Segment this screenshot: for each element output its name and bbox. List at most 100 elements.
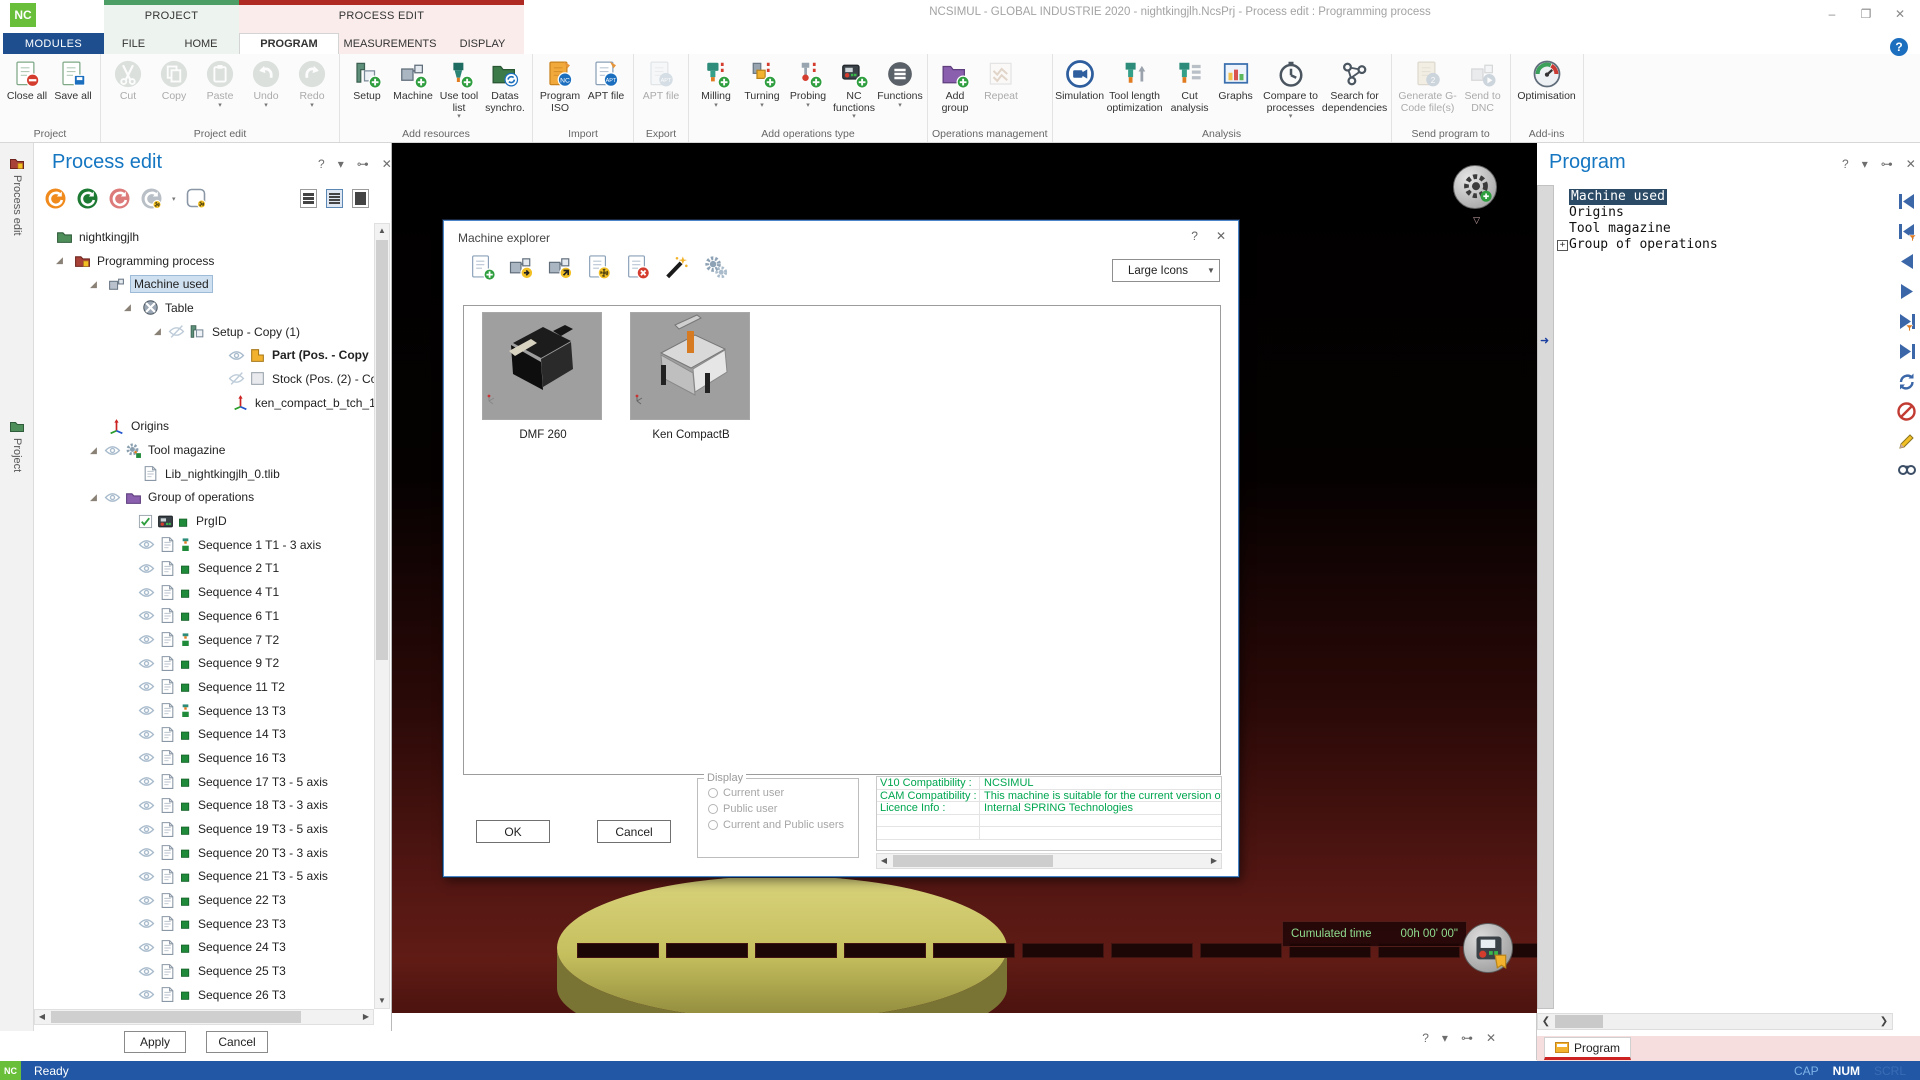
visibility-on-icon[interactable]	[138, 939, 155, 956]
list-details-icon[interactable]	[352, 189, 369, 208]
program-item-group-of-operations[interactable]: +Group of operations	[1557, 237, 1893, 253]
compatibility-hscrollbar[interactable]: ◀ ▶	[876, 853, 1222, 869]
machine-properties-icon[interactable]	[585, 253, 613, 281]
apt-file-button[interactable]: APTAPT file	[583, 56, 629, 127]
go-last-icon[interactable]	[1896, 341, 1917, 362]
expander-icon[interactable]: ◢	[90, 445, 104, 456]
visibility-on-icon[interactable]	[104, 442, 121, 459]
edit-icon[interactable]	[1896, 431, 1917, 452]
dialog-cancel-button[interactable]: Cancel	[597, 820, 671, 843]
go-previous-icon[interactable]	[1896, 251, 1917, 272]
datas-synchro--button[interactable]: Datas synchro.	[482, 56, 528, 127]
visibility-on-icon[interactable]	[138, 560, 155, 577]
tree-item-sequence-2-t1[interactable]: Sequence 2 T1	[34, 557, 376, 581]
tab-program[interactable]: PROGRAM	[239, 33, 339, 54]
program-item-tool-magazine[interactable]: Tool magazine	[1557, 221, 1893, 237]
machine-button[interactable]: Machine	[390, 56, 436, 127]
probing-button[interactable]: Probing▾	[785, 56, 831, 127]
program-bottom-tab[interactable]: Program	[1544, 1037, 1631, 1060]
tool-length-optimization-button[interactable]: Tool length optimization	[1103, 56, 1167, 127]
process-tree-vscrollbar[interactable]: ▲ ▼	[374, 223, 390, 1009]
turning-button[interactable]: Turning▾	[739, 56, 785, 127]
expander-icon[interactable]: ◢	[154, 326, 168, 337]
tab-file[interactable]: FILE	[104, 33, 163, 54]
visibility-off-icon[interactable]	[168, 323, 185, 340]
tree-item-part-pos-copy[interactable]: Part (Pos. - Copy	[34, 343, 376, 367]
add-group-button[interactable]: Add group	[932, 56, 978, 127]
tab-modules[interactable]: MODULES	[3, 33, 104, 54]
visibility-on-icon[interactable]	[138, 915, 155, 932]
go-first-icon[interactable]	[1896, 191, 1917, 212]
panel-help-icon[interactable]: ?	[318, 157, 325, 171]
machine-card-dmf-260[interactable]: DMF 260	[482, 312, 604, 774]
dock-close-icon[interactable]: ✕	[1486, 1031, 1496, 1045]
visibility-on-icon[interactable]	[138, 892, 155, 909]
panel-collapse-icon[interactable]: ▾	[338, 157, 344, 171]
dialog-close-icon[interactable]: ✕	[1216, 229, 1226, 243]
dialog-help-icon[interactable]: ?	[1191, 229, 1198, 243]
scroll-left-icon[interactable]: ❮	[1538, 1014, 1554, 1029]
tree-item-setup-copy-1-[interactable]: ◢Setup - Copy (1)	[34, 320, 376, 344]
tree-item-sequence-19-t3-5-axis[interactable]: Sequence 19 T3 - 5 axis	[34, 817, 376, 841]
refresh-settings-icon[interactable]	[140, 187, 163, 210]
expander-icon[interactable]: ◢	[90, 279, 104, 290]
help-icon[interactable]: ?	[1890, 38, 1908, 56]
panel-close-icon[interactable]: ✕	[1906, 157, 1916, 171]
functions-button[interactable]: Functions▾	[877, 56, 923, 127]
go-first-filter-icon[interactable]	[1896, 221, 1917, 242]
tree-item-sequence-21-t3-5-axis[interactable]: Sequence 21 T3 - 5 axis	[34, 865, 376, 889]
minimize-button[interactable]: –	[1818, 4, 1846, 24]
tree-item-tool-magazine[interactable]: ◢Tool magazine	[34, 438, 376, 462]
visibility-on-icon[interactable]	[138, 607, 155, 624]
close-button[interactable]: ✕	[1886, 4, 1914, 24]
tree-item-sequence-25-t3[interactable]: Sequence 25 T3	[34, 959, 376, 983]
tree-item-sequence-26-t3[interactable]: Sequence 26 T3	[34, 983, 376, 1007]
dock-collapse-icon[interactable]: ▾	[1442, 1031, 1448, 1045]
cut-analysis-button[interactable]: Cut analysis	[1167, 56, 1213, 127]
tree-item-sequence-17-t3-5-axis[interactable]: Sequence 17 T3 - 5 axis	[34, 770, 376, 794]
tree-item-sequence-13-t3[interactable]: Sequence 13 T3	[34, 699, 376, 723]
search-icon[interactable]	[1896, 461, 1917, 482]
panel-help-icon[interactable]: ?	[1842, 157, 1849, 171]
scroll-left-icon[interactable]: ◀	[35, 1010, 49, 1024]
visibility-on-icon[interactable]	[104, 489, 121, 506]
viewport-settings-icon[interactable]	[1453, 165, 1497, 209]
tree-item-sequence-4-t1[interactable]: Sequence 4 T1	[34, 580, 376, 604]
expander-icon[interactable]: ◢	[90, 492, 104, 503]
optimisation-button[interactable]: Optimisation	[1515, 56, 1579, 127]
nc-functions-button[interactable]: NC functions▾	[831, 56, 877, 127]
checkbox-checked-icon[interactable]	[138, 514, 153, 529]
visibility-on-icon[interactable]	[138, 986, 155, 1003]
cancel-button[interactable]: Cancel	[206, 1031, 268, 1053]
tree-item-sequence-1-t1-3-axis[interactable]: Sequence 1 T1 - 3 axis	[34, 533, 376, 557]
panel-pin-icon[interactable]: ⊶	[357, 157, 369, 171]
visibility-on-icon[interactable]	[138, 844, 155, 861]
tree-item-prgid[interactable]: PrgID	[34, 509, 376, 533]
program-iso-button[interactable]: NCProgram ISO	[537, 56, 583, 127]
tree-item-programming-process[interactable]: ◢Programming process	[34, 249, 376, 273]
machine-wizard-icon[interactable]	[663, 253, 691, 281]
panel-pin-icon[interactable]: ⊶	[1881, 157, 1893, 171]
visibility-on-icon[interactable]	[138, 678, 155, 695]
machine-panel-icon[interactable]	[1463, 923, 1513, 973]
scroll-right-icon[interactable]: ▶	[1207, 854, 1221, 868]
close-all-button[interactable]: Close all	[4, 56, 50, 127]
process-tree-hscrollbar[interactable]: ◀ ▶	[34, 1009, 374, 1025]
import-machine-icon[interactable]	[507, 253, 535, 281]
tree-item-sequence-11-t2[interactable]: Sequence 11 T2	[34, 675, 376, 699]
scroll-right-icon[interactable]: ❯	[1876, 1014, 1892, 1029]
visibility-on-icon[interactable]	[138, 773, 155, 790]
program-hscrollbar[interactable]: ❮ ❯	[1537, 1013, 1893, 1030]
visibility-on-icon[interactable]	[138, 584, 155, 601]
hscroll-thumb[interactable]	[893, 855, 1053, 867]
visibility-on-icon[interactable]	[138, 702, 155, 719]
scroll-down-icon[interactable]: ▼	[375, 994, 389, 1008]
visibility-on-icon[interactable]	[138, 868, 155, 885]
compare-to-processes-button[interactable]: Compare to processes▾	[1259, 56, 1323, 127]
go-last-filter-icon[interactable]	[1896, 311, 1917, 332]
tree-item-sequence-23-t3[interactable]: Sequence 23 T3	[34, 912, 376, 936]
visibility-on-icon[interactable]	[138, 726, 155, 743]
go-next-icon[interactable]	[1896, 281, 1917, 302]
visibility-off-icon[interactable]	[228, 370, 245, 387]
tree-item-sequence-22-t3[interactable]: Sequence 22 T3	[34, 888, 376, 912]
